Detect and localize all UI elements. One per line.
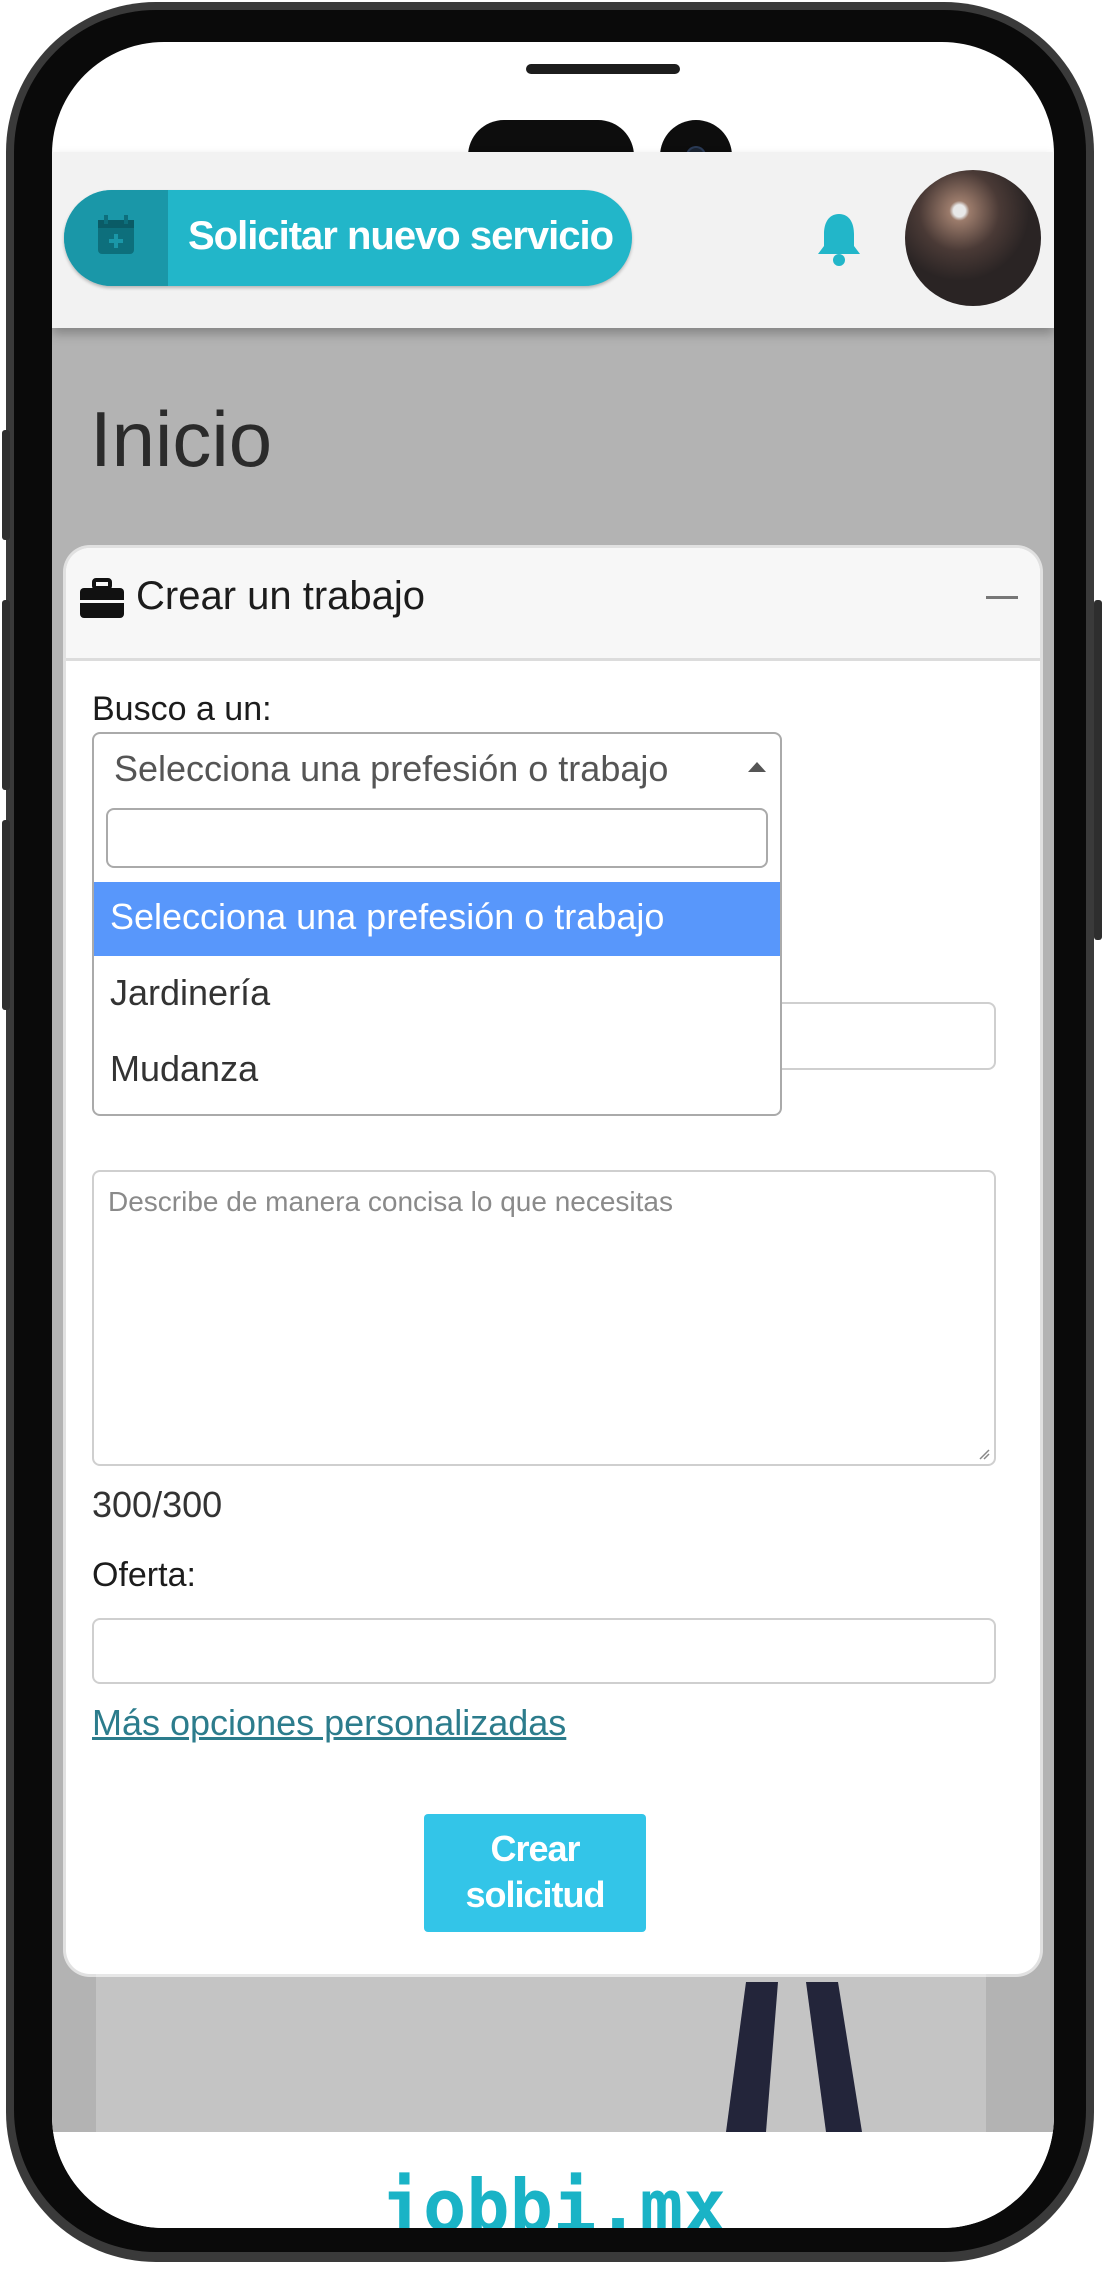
collapse-button[interactable] bbox=[986, 596, 1018, 599]
new-service-button[interactable]: Solicitar nuevo servicio bbox=[64, 190, 632, 286]
earpiece-speaker bbox=[526, 64, 680, 74]
card-title: Crear un trabajo bbox=[136, 574, 426, 618]
bell-icon[interactable] bbox=[814, 210, 864, 268]
profession-select[interactable]: Selecciona una prefesión o trabajo bbox=[92, 732, 782, 800]
top-bar: Solicitar nuevo servicio bbox=[52, 152, 1054, 328]
avatar[interactable] bbox=[905, 170, 1041, 306]
power-button bbox=[1094, 600, 1102, 940]
page-title: Inicio bbox=[90, 395, 273, 483]
dropdown-option[interactable]: Jardinería bbox=[94, 958, 780, 1032]
illustration-figure bbox=[726, 1982, 862, 2132]
brand-label[interactable]: jobbi.mx bbox=[52, 2164, 1054, 2228]
new-service-label: Solicitar nuevo servicio bbox=[188, 214, 614, 258]
dropdown-option[interactable]: Mudanza bbox=[94, 1034, 780, 1108]
description-textarea[interactable]: Describe de manera concisa lo que necesi… bbox=[92, 1170, 996, 1466]
briefcase-icon bbox=[80, 578, 124, 618]
create-request-button[interactable]: Crear solicitud bbox=[424, 1814, 646, 1932]
more-options-link[interactable]: Más opciones personalizadas bbox=[92, 1702, 566, 1744]
busco-label: Busco a un: bbox=[92, 690, 272, 728]
volume-up-button bbox=[2, 430, 10, 540]
description-placeholder: Describe de manera concisa lo que necesi… bbox=[108, 1186, 673, 1217]
dropdown-option[interactable]: Selecciona una prefesión o trabajo bbox=[94, 882, 780, 956]
create-job-card: Crear un trabajo Busco a un: Describe de… bbox=[66, 548, 1040, 1974]
create-button-line2: solicitud bbox=[465, 1874, 605, 1915]
phone-screen: Solicitar nuevo servicio Inicio Crear un… bbox=[52, 42, 1054, 2228]
mute-switch bbox=[2, 820, 10, 1010]
calendar-plus-icon bbox=[64, 190, 168, 286]
create-button-line1: Crear bbox=[490, 1828, 580, 1869]
dropdown-search-input[interactable] bbox=[106, 808, 768, 868]
caret-up-icon bbox=[748, 762, 766, 772]
char-counter: 300/300 bbox=[92, 1484, 223, 1525]
profession-select-value: Selecciona una prefesión o trabajo bbox=[114, 748, 669, 789]
resize-handle-icon[interactable] bbox=[978, 1448, 990, 1460]
card-header: Crear un trabajo bbox=[66, 548, 1040, 661]
profession-dropdown: Selecciona una prefesión o trabajo Jardi… bbox=[92, 798, 782, 1116]
oferta-label: Oferta: bbox=[92, 1556, 196, 1594]
volume-down-button bbox=[2, 600, 10, 790]
offer-input[interactable] bbox=[92, 1618, 996, 1684]
